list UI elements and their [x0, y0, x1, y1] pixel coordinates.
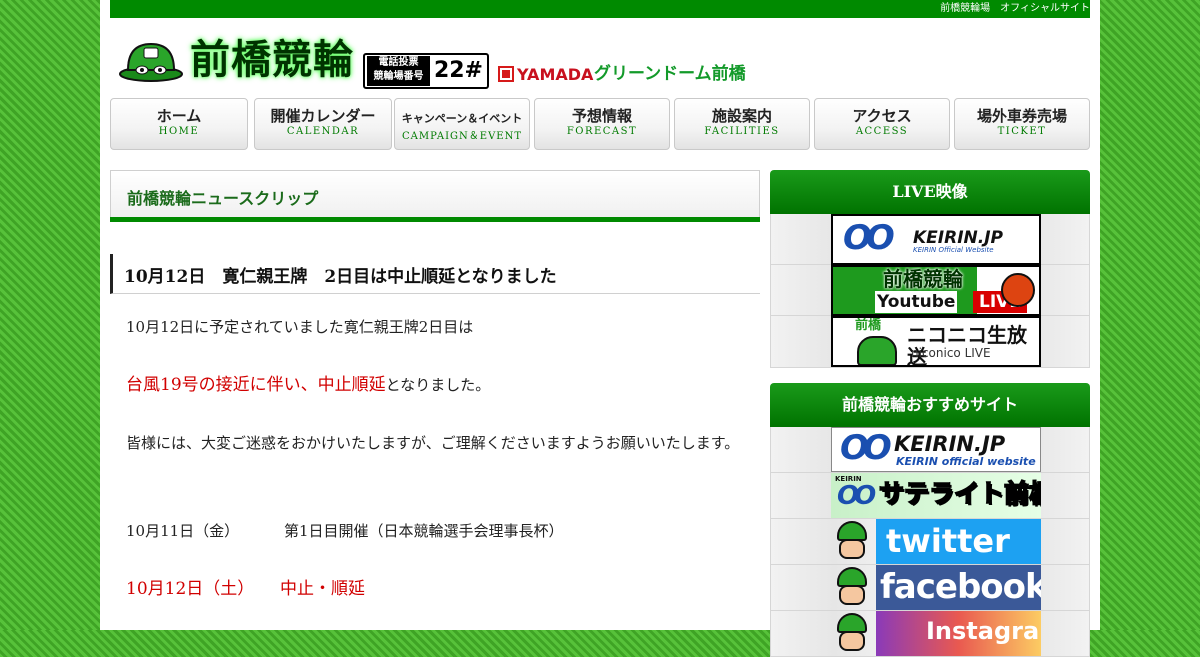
- telephone-betting-number: 電話投票 競輪場番号 22#: [363, 53, 489, 89]
- keirin-oo-logo: OO: [840, 428, 892, 468]
- schedule-date: 10月12日（土）: [126, 579, 255, 599]
- nav-label: 予想情報: [571, 107, 632, 125]
- sat-oo-logo: OO: [837, 481, 876, 511]
- dome-name: グリーンドーム前橋: [594, 64, 746, 84]
- satellite-maebashi-banner[interactable]: KEIRIN OO サテライト前橋: [831, 473, 1041, 518]
- keirin-name: KEIRIN.JP: [894, 432, 1006, 456]
- main-content: 前橋競輪ニュースクリップ 10月12日 寛仁親王牌 2日目は中止順延となりました…: [110, 170, 760, 630]
- keirin-jp-banner[interactable]: OO KEIRIN.JP KEIRIN Official Website: [831, 214, 1041, 265]
- twitter-bird-icon: twitter: [876, 519, 1041, 564]
- keirin-sub: KEIRIN Official Website: [913, 246, 994, 254]
- article-paragraph-3: 皆様には、大変ご迷惑をおかけいたしますが、ご理解くださいますようお願いいたします…: [126, 434, 740, 452]
- instagram-icon: Instagram: [876, 611, 1041, 656]
- nav-forecast[interactable]: 予想情報 FORECAST: [534, 98, 670, 150]
- tel-label-line2: 競輪場番号: [373, 71, 424, 82]
- recommended-box-title: 前橋競輪おすすめサイト: [770, 383, 1090, 427]
- top-bar: 前橋競輪場 オフィシャルサイト: [110, 0, 1090, 18]
- mascot-icon: [831, 521, 875, 561]
- mascot-helmet-icon: [119, 42, 183, 82]
- article-title: 10月12日 寛仁親王牌 2日目は中止順延となりました: [124, 267, 557, 287]
- page: 前橋競輪場 オフィシャルサイト 前橋競輪 電話投票 競輪場番号 22# YAMA…: [100, 0, 1100, 657]
- rec-row-satellite: KEIRIN OO サテライト前橋: [770, 473, 1090, 519]
- schedule-day-1: 10月11日（金） 第1日目開催（日本競輪選手会理事長杯）: [126, 515, 740, 547]
- nav-sublabel: CAMPAIGN＆EVENT: [401, 131, 523, 142]
- live-row-keirin: OO KEIRIN.JP KEIRIN Official Website: [770, 214, 1090, 265]
- schedule-text: 第1日目開催（日本競輪選手会理事長杯）: [284, 522, 564, 540]
- sat-title: サテライト前橋: [878, 478, 1041, 509]
- nav-campaign-event[interactable]: キャンペーン＆イベント CAMPAIGN＆EVENT: [394, 98, 530, 150]
- global-nav: ホーム HOME 開催カレンダー CALENDAR キャンペーン＆イベント CA…: [110, 98, 1090, 150]
- live-row-niconico: 前橋 ニコニコ生放送 niconico LIVE: [770, 316, 1090, 368]
- section-header: 前橋競輪ニュースクリップ: [110, 170, 760, 222]
- article-paragraph-1: 10月12日に予定されていました寛仁親王牌2日目は: [126, 318, 474, 336]
- mascot-icon: [831, 613, 875, 653]
- yamada-mark-icon: [498, 66, 514, 82]
- rec-row-facebook: facebook: [770, 565, 1090, 611]
- site-logo[interactable]: 前橋競輪: [118, 34, 356, 86]
- live-row-youtube: 前橋競輪 Youtube LIVE: [770, 265, 1090, 316]
- keirin-sub: KEIRIN official website: [896, 455, 1036, 468]
- tel-number: 22#: [433, 58, 483, 83]
- paragraph-rest: となりました。: [385, 376, 491, 394]
- nav-home[interactable]: ホーム HOME: [110, 98, 248, 150]
- keirin-jp-official-banner[interactable]: OO KEIRIN.JP KEIRIN official website: [831, 427, 1041, 472]
- youtube-live-banner[interactable]: 前橋競輪 Youtube LIVE: [831, 265, 1041, 316]
- mascot-icon: [831, 567, 875, 607]
- article-title-bar: 10月12日 寛仁親王牌 2日目は中止順延となりました: [110, 254, 760, 294]
- nav-facilities[interactable]: 施設案内 FACILITIES: [674, 98, 810, 150]
- sidebar: LIVE映像 OO KEIRIN.JP KEIRIN Official Webs…: [770, 170, 1090, 657]
- alert-text: 台風19号の接近に伴い、中止順延: [126, 375, 386, 395]
- schedule-date: 10月11日（金）: [126, 522, 240, 540]
- tel-label-line1: 電話投票: [378, 57, 419, 68]
- yamada-green-dome-logo: YAMADA グリーンドーム前橋: [498, 64, 818, 86]
- nav-label: 場外車券売場: [976, 107, 1067, 125]
- nav-sublabel: CALENDAR: [286, 126, 360, 137]
- nico-maebashi: 前橋: [855, 318, 882, 333]
- instagram-banner[interactable]: Instagram: [831, 611, 1041, 656]
- section-title: 前橋競輪ニュースクリップ: [127, 189, 319, 208]
- rec-row-instagram: Instagram: [770, 611, 1090, 657]
- live-box-title: LIVE映像: [770, 170, 1090, 214]
- nav-ticket[interactable]: 場外車券売場 TICKET: [954, 98, 1090, 150]
- helmet-icon: [1001, 273, 1035, 307]
- yamada-brand: YAMADA: [517, 65, 594, 84]
- nav-sublabel: HOME: [158, 126, 200, 137]
- nav-label: ホーム: [156, 107, 202, 125]
- nav-access[interactable]: アクセス ACCESS: [814, 98, 950, 150]
- yt-word: Youtube: [875, 291, 958, 313]
- nav-label: キャンペーン＆イベント: [401, 112, 523, 125]
- rec-row-keirin: OO KEIRIN.JP KEIRIN official website: [770, 427, 1090, 473]
- tel-label: 電話投票 競輪場番号: [367, 56, 430, 86]
- facebook-banner[interactable]: facebook: [831, 565, 1041, 610]
- facebook-icon: facebook: [876, 565, 1041, 610]
- rec-row-twitter: twitter: [770, 519, 1090, 565]
- nav-sublabel: TICKET: [997, 126, 1047, 137]
- nav-sublabel: FACILITIES: [704, 126, 780, 137]
- schedule-day-2: 10月12日（土） 中止・順延: [126, 573, 740, 605]
- nav-label: 開催カレンダー: [270, 107, 376, 125]
- keirin-oo-logo: OO: [843, 218, 895, 258]
- logo-text: 前橋競輪: [190, 36, 354, 83]
- nav-sublabel: FORECAST: [566, 126, 638, 137]
- nico-sub: niconico LIVE: [911, 346, 991, 360]
- niconico-live-banner[interactable]: 前橋 ニコニコ生放送 niconico LIVE: [831, 316, 1041, 367]
- nav-sublabel: ACCESS: [855, 126, 909, 137]
- yt-title: 前橋競輪: [883, 267, 963, 291]
- keirin-name: KEIRIN.JP: [913, 228, 1003, 248]
- official-site-label: 前橋競輪場 オフィシャルサイト: [940, 3, 1090, 14]
- nav-calendar[interactable]: 開催カレンダー CALENDAR: [254, 98, 392, 150]
- nav-label: 施設案内: [711, 107, 772, 125]
- article-paragraph-2: 台風19号の接近に伴い、中止順延となりました。: [126, 369, 740, 401]
- mascot-icon: [857, 336, 897, 365]
- twitter-banner[interactable]: twitter: [831, 519, 1041, 564]
- nav-label: アクセス: [852, 107, 912, 125]
- schedule-text: 中止・順延: [280, 579, 365, 599]
